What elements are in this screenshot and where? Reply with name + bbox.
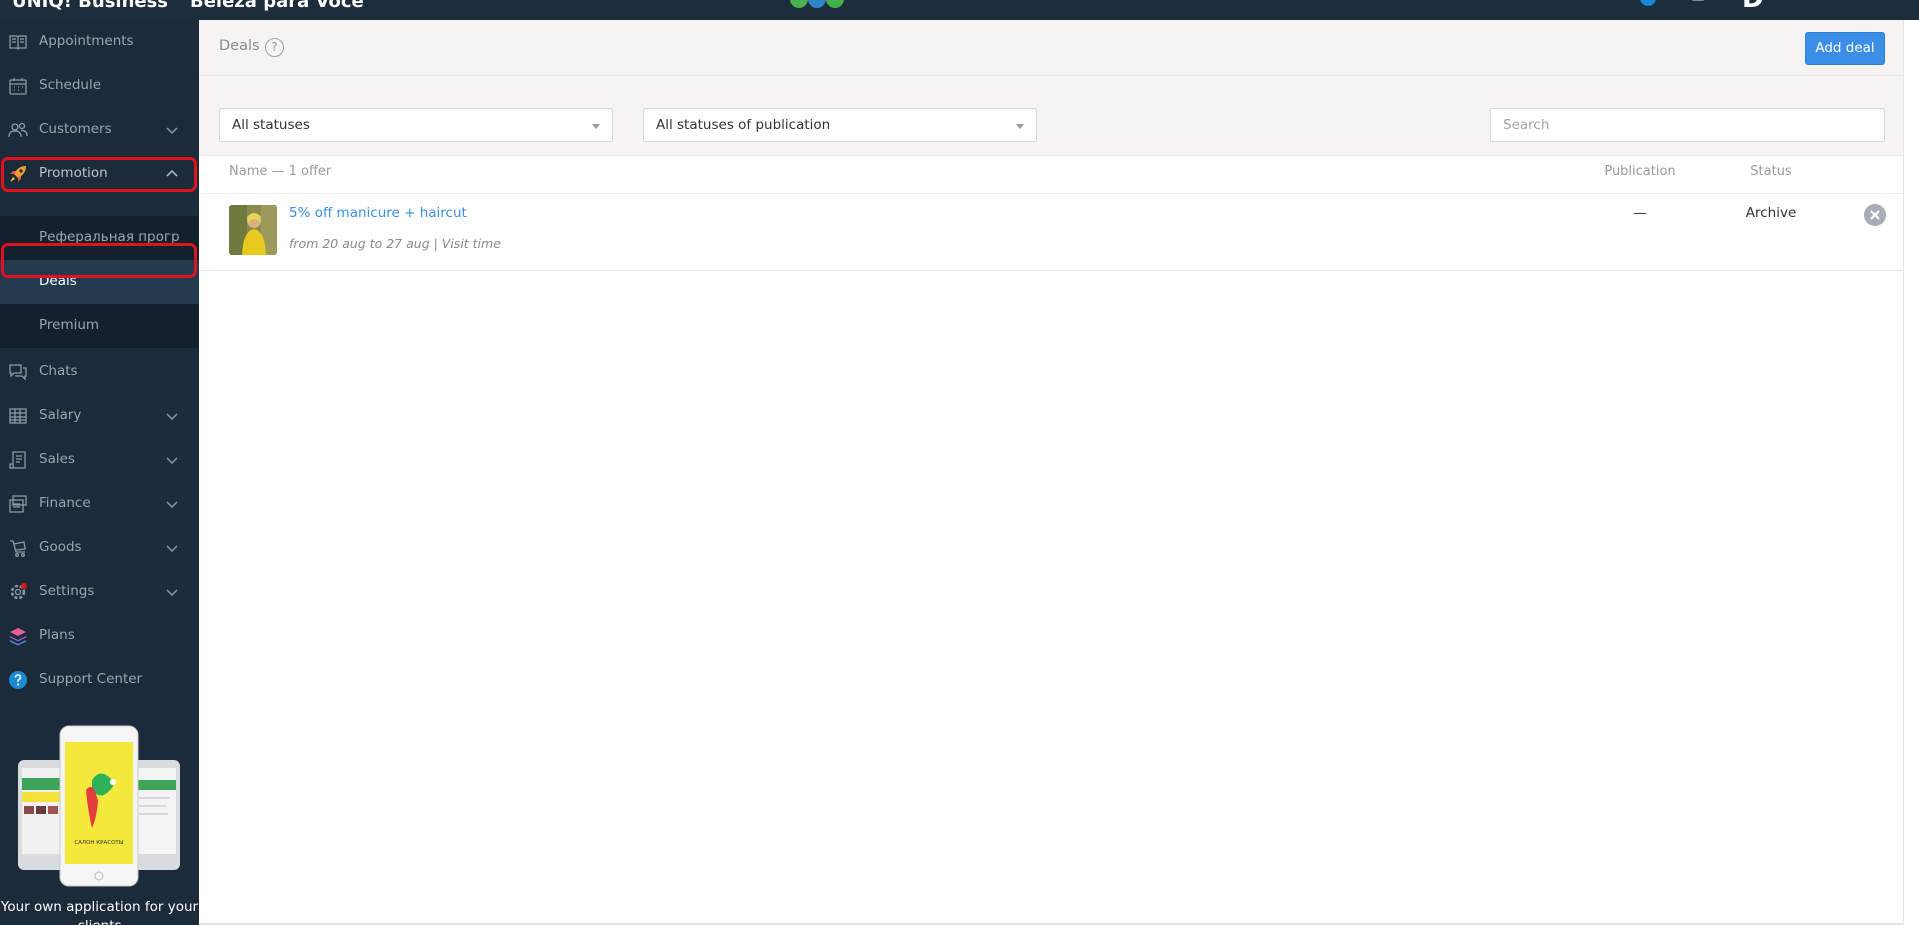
users-icon bbox=[8, 120, 28, 140]
filters-bar: All statuses All statuses of publication bbox=[199, 76, 1903, 156]
sidebar-item-schedule[interactable]: Schedule bbox=[0, 64, 199, 108]
sidebar-subitem-label: Deals bbox=[39, 273, 77, 289]
sidebar-item-finance[interactable]: Finance bbox=[0, 482, 199, 526]
sidebar-item-label: Goods bbox=[39, 539, 82, 555]
scrollbar[interactable] bbox=[1903, 20, 1919, 925]
gear-icon bbox=[8, 582, 28, 602]
publication-status-select[interactable]: All statuses of publication bbox=[643, 108, 1037, 142]
add-deal-button[interactable]: Add deal bbox=[1805, 32, 1885, 65]
promotion-submenu: Реферальная прогр Deals Premium bbox=[0, 216, 199, 348]
sidebar-item-settings[interactable]: Settings bbox=[0, 570, 199, 614]
question-circle-icon[interactable]: ? bbox=[265, 38, 284, 57]
calendar-icon bbox=[8, 76, 28, 96]
sidebar-subitem-label: Реферальная прогр bbox=[39, 229, 180, 245]
caret-down-icon bbox=[592, 124, 600, 129]
cash-icon bbox=[8, 494, 28, 514]
column-header-name: Name — 1 offer bbox=[229, 164, 332, 179]
sidebar-item-label: Chats bbox=[39, 363, 78, 379]
sidebar-item-sales[interactable]: Sales bbox=[0, 438, 199, 482]
app-promo-banner[interactable]: САЛОН КРАСОТЫ Your own application for y… bbox=[0, 720, 199, 925]
page-title: Deals bbox=[219, 38, 260, 54]
chevron-down-icon bbox=[166, 124, 178, 136]
sidebar-item-label: Sales bbox=[39, 451, 75, 467]
sidebar-subitem-label: Premium bbox=[39, 317, 100, 333]
status-select-value: All statuses bbox=[232, 117, 310, 133]
status-value: Archive bbox=[1745, 205, 1797, 221]
chevron-down-icon bbox=[166, 542, 178, 554]
help-icon bbox=[8, 670, 28, 690]
search-input[interactable] bbox=[1490, 108, 1885, 142]
publication-select-value: All statuses of publication bbox=[656, 117, 831, 133]
caret-down-icon bbox=[1016, 124, 1024, 129]
sidebar-subitem-premium[interactable]: Premium bbox=[0, 304, 199, 348]
chat-icon bbox=[8, 362, 28, 382]
table-row: 5% off manicure + haircut from 20 aug to… bbox=[199, 195, 1903, 271]
column-header-publication: Publication bbox=[1604, 164, 1676, 179]
sidebar: Appointments Schedule Customers Promotio… bbox=[0, 20, 199, 925]
promo-text: Your own application for your clients bbox=[0, 899, 199, 925]
sidebar-item-label: Settings bbox=[39, 583, 95, 599]
close-icon bbox=[1870, 210, 1880, 220]
spreadsheet-icon bbox=[8, 406, 28, 426]
status-select[interactable]: All statuses bbox=[219, 108, 613, 142]
sidebar-item-label: Finance bbox=[39, 495, 91, 511]
sidebar-item-label: Appointments bbox=[39, 33, 134, 49]
chevron-down-icon bbox=[166, 454, 178, 466]
sidebar-item-label: Schedule bbox=[39, 77, 102, 93]
receipt-icon bbox=[8, 450, 28, 470]
sidebar-item-salary[interactable]: Salary bbox=[0, 394, 199, 438]
user-avatar[interactable]: D bbox=[1742, 0, 1764, 14]
svg-text:САЛОН КРАСОТЫ: САЛОН КРАСОТЫ bbox=[74, 840, 123, 846]
top-bar: UNIQ! Business Beleza para Voce D bbox=[0, 0, 1919, 20]
sidebar-item-label: Customers bbox=[39, 121, 112, 137]
column-header-status: Status bbox=[1750, 164, 1792, 179]
sidebar-item-label: Promotion bbox=[39, 165, 108, 181]
chevron-down-icon bbox=[166, 586, 178, 598]
publication-value: — bbox=[1633, 205, 1647, 221]
sidebar-item-plans[interactable]: Plans bbox=[0, 614, 199, 658]
main-content: Deals ? Add deal All statuses All status… bbox=[199, 20, 1903, 925]
status-dots-icon[interactable] bbox=[790, 0, 844, 8]
sidebar-item-label: Salary bbox=[39, 407, 82, 423]
chevron-down-icon bbox=[166, 410, 178, 422]
chevron-up-icon bbox=[166, 168, 178, 180]
sidebar-subitem-deals[interactable]: Deals bbox=[0, 260, 199, 304]
sidebar-item-label: Plans bbox=[39, 627, 75, 643]
layers-icon bbox=[8, 626, 28, 646]
chevron-down-icon bbox=[166, 498, 178, 510]
book-icon bbox=[8, 32, 28, 52]
sidebar-item-goods[interactable]: Goods bbox=[0, 526, 199, 570]
brand-logo[interactable]: UNIQ! Business bbox=[12, 0, 168, 12]
salon-name[interactable]: Beleza para Voce bbox=[190, 0, 364, 12]
deal-title-link[interactable]: 5% off manicure + haircut bbox=[289, 205, 467, 221]
delete-deal-button[interactable] bbox=[1864, 204, 1886, 226]
phones-illustration: САЛОН КРАСОТЫ bbox=[18, 725, 180, 911]
bell-icon[interactable] bbox=[1690, 0, 1710, 6]
sidebar-item-customers[interactable]: Customers bbox=[0, 108, 199, 152]
sidebar-subitem-referral[interactable]: Реферальная прогр bbox=[0, 216, 199, 260]
page-header: Deals ? Add deal bbox=[199, 20, 1903, 76]
sidebar-item-support-center[interactable]: Support Center bbox=[0, 658, 199, 702]
table-header: Name — 1 offer Publication Status bbox=[199, 154, 1903, 194]
help-icon[interactable] bbox=[1640, 0, 1656, 6]
sidebar-item-promotion[interactable]: Promotion bbox=[0, 152, 199, 196]
sidebar-item-appointments[interactable]: Appointments bbox=[0, 20, 199, 64]
cart-icon bbox=[8, 538, 28, 558]
deal-dates: from 20 aug to 27 aug | Visit time bbox=[289, 236, 501, 251]
sidebar-item-label: Support Center bbox=[39, 671, 143, 687]
sidebar-item-chats[interactable]: Chats bbox=[0, 350, 199, 394]
rocket-icon bbox=[8, 164, 28, 184]
deal-thumbnail[interactable] bbox=[229, 205, 277, 255]
